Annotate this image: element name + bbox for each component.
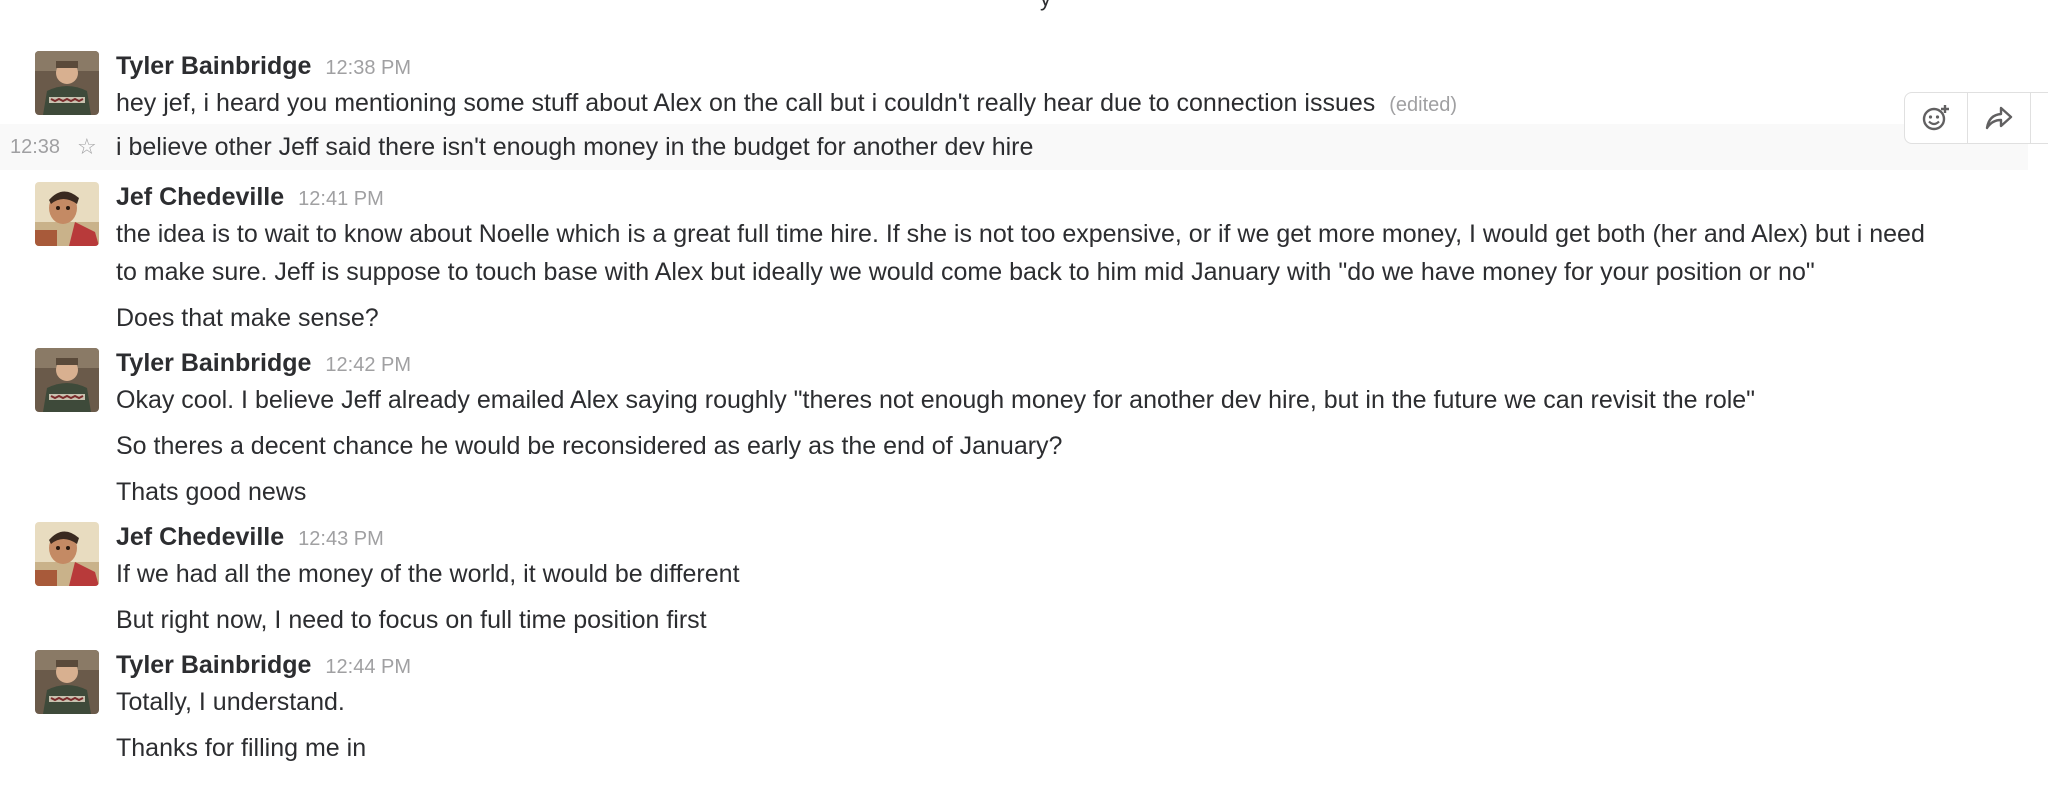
message-line: Does that make sense?	[116, 304, 379, 332]
message-line: But right now, I need to focus on full t…	[116, 606, 707, 634]
message-line: So theres a decent chance he would be re…	[116, 432, 1063, 460]
message-timestamp[interactable]: 12:44 PM	[325, 656, 411, 679]
author-name[interactable]: Tyler Bainbridge	[116, 349, 311, 378]
share-arrow-icon	[1985, 106, 2013, 130]
share-message-button[interactable]	[1968, 93, 2031, 143]
author-name[interactable]: Tyler Bainbridge	[116, 52, 311, 81]
top-partial-text: y	[1040, 0, 1051, 12]
message-line: hey jef, i heard you mentioning some stu…	[116, 89, 1376, 117]
star-icon[interactable]: ☆	[77, 124, 97, 170]
message-group: Tyler Bainbridge 12:38 PM hey jef, i hea…	[0, 40, 2048, 124]
avatar-tyler[interactable]	[35, 348, 99, 412]
message-line: Okay cool. I believe Jeff already emaile…	[116, 386, 1756, 414]
message-timestamp[interactable]: 12:38 PM	[325, 57, 411, 80]
message-timestamp[interactable]: 12:42 PM	[325, 354, 411, 377]
message-text: hey jef, i heard you mentioning some stu…	[116, 84, 2028, 124]
message-group: Jef Chedeville 12:43 PM If we had all th…	[0, 511, 2048, 639]
author-name[interactable]: Tyler Bainbridge	[116, 651, 311, 680]
hover-timestamp[interactable]: 12:38	[10, 124, 60, 170]
author-name[interactable]: Jef Chedeville	[116, 523, 284, 552]
message-actions-toolbar	[1904, 92, 2048, 144]
message-timestamp[interactable]: 12:43 PM	[298, 528, 384, 551]
message-group-hovered: 12:38 ☆ i believe other Jeff said there …	[0, 124, 2048, 170]
message-line: Thanks for filling me in	[116, 734, 367, 762]
avatar-tyler[interactable]	[35, 51, 99, 115]
message-group: Tyler Bainbridge 12:42 PM Okay cool. I b…	[0, 337, 2048, 511]
add-reaction-button[interactable]	[1905, 93, 1968, 143]
hovered-message-row[interactable]: 12:38 ☆ i believe other Jeff said there …	[0, 124, 2028, 170]
message-feed: Tyler Bainbridge 12:38 PM hey jef, i hea…	[0, 40, 2048, 767]
author-name[interactable]: Jef Chedeville	[116, 183, 284, 212]
message-line: If we had all the money of the world, it…	[116, 560, 740, 588]
message-line: Totally, I understand.	[116, 688, 345, 716]
avatar-jef[interactable]	[35, 522, 99, 586]
message-line: to make sure. Jeff is suppose to touch b…	[116, 258, 1815, 286]
emoji-add-icon	[1922, 105, 1949, 131]
edited-label: (edited)	[1389, 94, 1458, 116]
message-line: the idea is to wait to know about Noelle…	[116, 220, 1925, 248]
message-group: Jef Chedeville 12:41 PM the idea is to w…	[0, 171, 2048, 337]
message-group: Tyler Bainbridge 12:44 PM Totally, I und…	[0, 639, 2048, 767]
message-line: Thats good news	[116, 478, 307, 506]
message-line: i believe other Jeff said there isn't en…	[116, 133, 1034, 161]
avatar-jef[interactable]	[35, 182, 99, 246]
avatar-tyler[interactable]	[35, 650, 99, 714]
message-timestamp[interactable]: 12:41 PM	[298, 188, 384, 211]
